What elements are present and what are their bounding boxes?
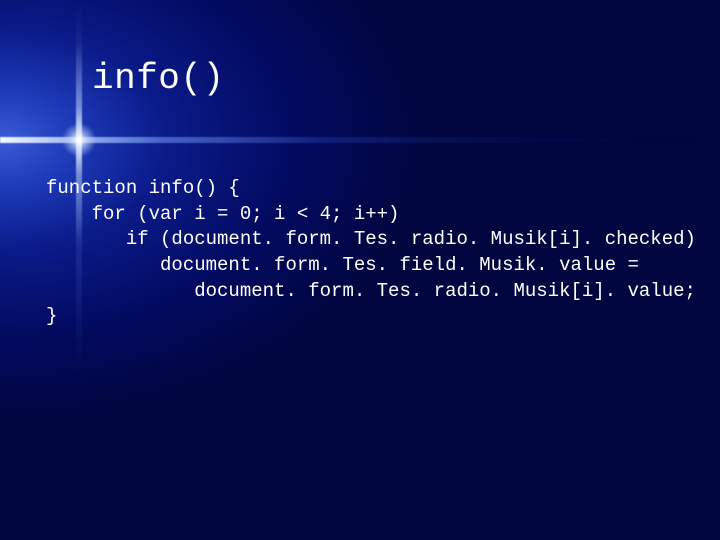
flare-horizontal bbox=[0, 137, 720, 143]
code-line-6: } bbox=[46, 305, 57, 327]
flare-core bbox=[62, 123, 96, 157]
slide: info() function info() { for (var i = 0;… bbox=[0, 0, 720, 540]
code-block: function info() { for (var i = 0; i < 4;… bbox=[46, 176, 696, 330]
code-line-5: document. form. Tes. radio. Musik[i]. va… bbox=[46, 280, 696, 302]
code-line-1: function info() { bbox=[46, 177, 240, 199]
code-line-4: document. form. Tes. field. Musik. value… bbox=[46, 254, 639, 276]
slide-title: info() bbox=[92, 58, 225, 99]
code-line-3: if (document. form. Tes. radio. Musik[i]… bbox=[46, 228, 696, 250]
code-line-2: for (var i = 0; i < 4; i++) bbox=[46, 203, 399, 225]
